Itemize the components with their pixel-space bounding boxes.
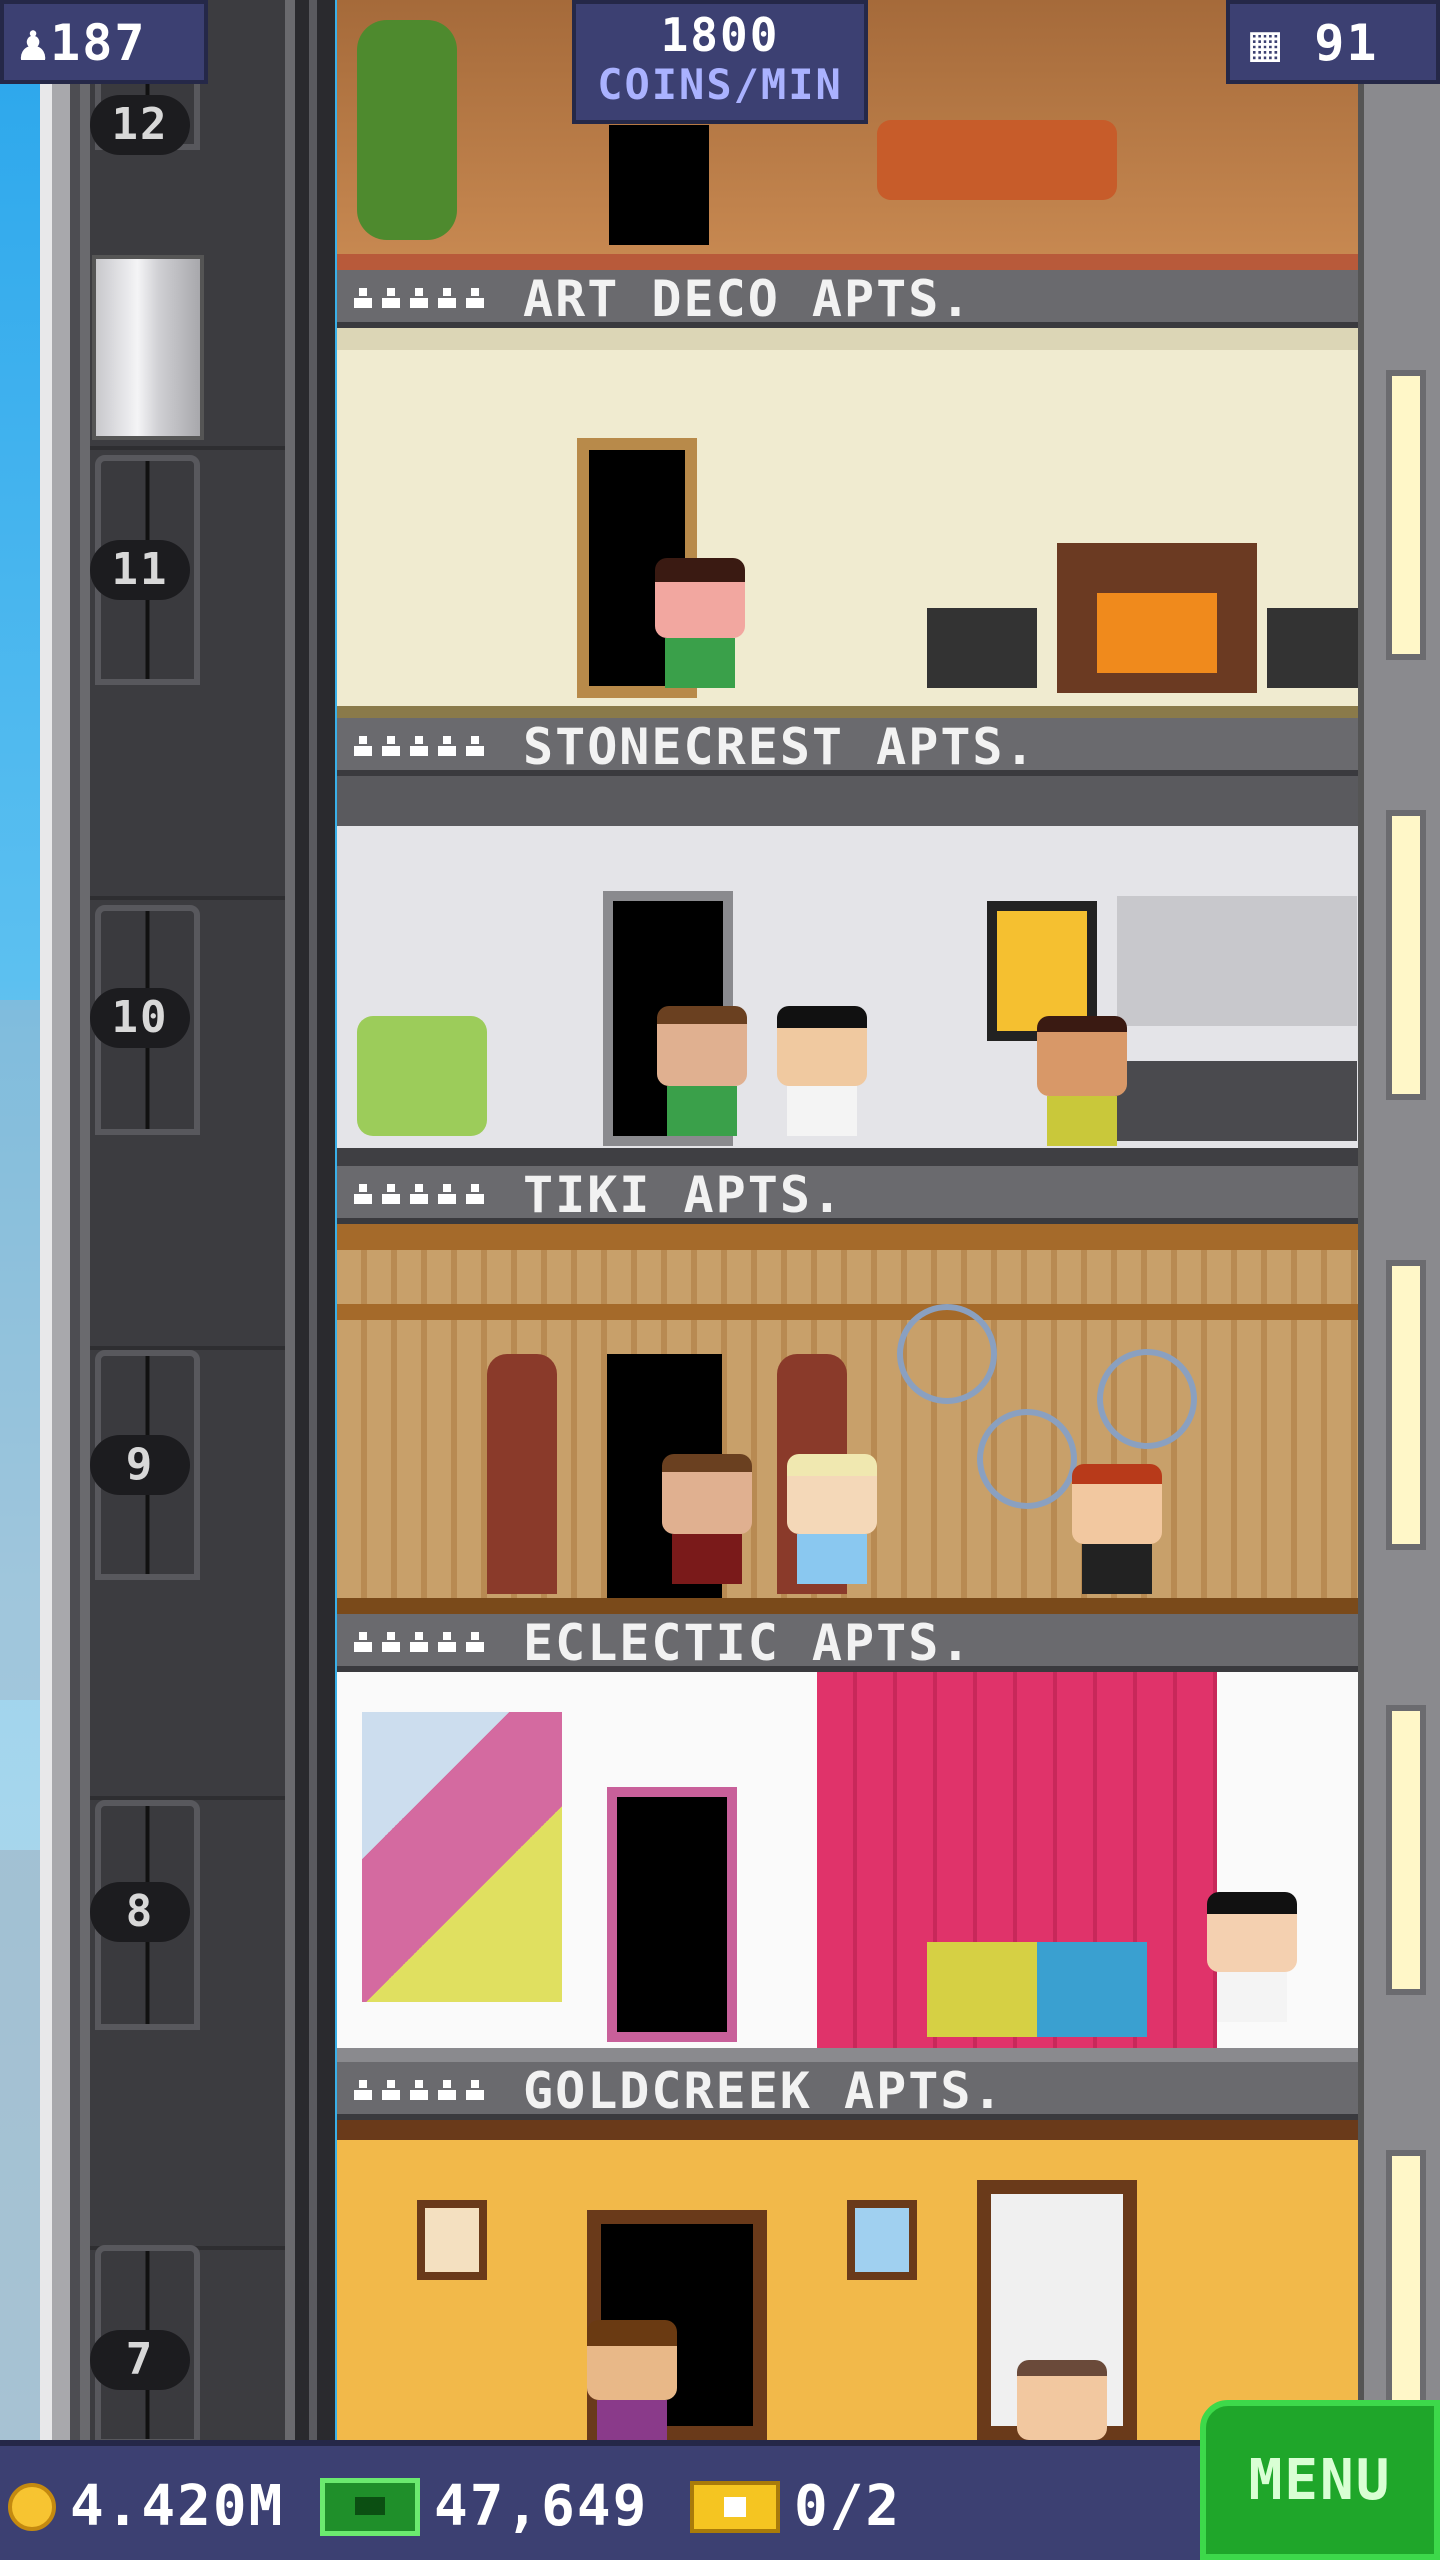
resident[interactable] bbox=[657, 1006, 747, 1136]
resident[interactable] bbox=[777, 1006, 867, 1136]
cabinets bbox=[1117, 896, 1357, 1026]
art-deco-doorway bbox=[609, 125, 709, 245]
resident[interactable] bbox=[587, 2320, 677, 2440]
population-icon: ♟ bbox=[18, 14, 51, 72]
resident[interactable] bbox=[1207, 1892, 1297, 2022]
tower-side-wall bbox=[1358, 0, 1440, 2440]
floor-number: 11 bbox=[90, 540, 190, 600]
occupancy-pips bbox=[353, 2080, 485, 2102]
wall-art bbox=[362, 1712, 562, 2002]
resident[interactable] bbox=[1037, 1016, 1127, 1146]
floor-number: 10 bbox=[90, 988, 190, 1048]
floor-number: 9 bbox=[90, 1435, 190, 1495]
armchair bbox=[357, 1016, 487, 1136]
tower-bux-balance[interactable]: 47,649 bbox=[320, 2474, 648, 2539]
occupancy-pips bbox=[353, 1184, 485, 1206]
tower-bux-icon bbox=[320, 2477, 420, 2536]
resident[interactable] bbox=[662, 1454, 752, 1584]
floor-name: ART DECO APTS. bbox=[523, 270, 973, 328]
resident[interactable] bbox=[1072, 1464, 1162, 1594]
floor-name: STONECREST APTS. bbox=[523, 718, 1037, 776]
coins-per-minute-label: COINS/MIN bbox=[597, 60, 843, 109]
floor-7-room[interactable] bbox=[337, 2120, 1358, 2440]
coins-balance[interactable]: 4.420M bbox=[8, 2474, 284, 2539]
floor-name: GOLDCREEK APTS. bbox=[523, 2062, 1005, 2120]
fireplace bbox=[1057, 543, 1257, 693]
floor-number: 8 bbox=[90, 1882, 190, 1942]
coins-value: 4.420M bbox=[70, 2474, 285, 2539]
occupancy-pips bbox=[353, 1632, 485, 1654]
coin-icon bbox=[8, 2482, 56, 2531]
kitchen-counter bbox=[1097, 1061, 1357, 1141]
bird-cage bbox=[977, 1409, 1077, 1509]
ticket-icon bbox=[690, 2480, 780, 2533]
floor-number: 12 bbox=[90, 95, 190, 155]
floors-icon: ▦ bbox=[1250, 14, 1283, 72]
floor-12-sign: ART DECO APTS. bbox=[337, 270, 1358, 328]
floor-8-sign: GOLDCREEK APTS. bbox=[337, 2062, 1358, 2120]
sofa bbox=[877, 120, 1117, 200]
room-interior bbox=[337, 1224, 1358, 1614]
floor-stonecrest-room[interactable] bbox=[337, 328, 1358, 718]
plant bbox=[357, 20, 457, 240]
floor-name: ECLECTIC APTS. bbox=[523, 1614, 973, 1672]
tower-bux-value: 47,649 bbox=[434, 2474, 649, 2539]
elevator-car[interactable] bbox=[92, 255, 204, 440]
bird-cage bbox=[1097, 1349, 1197, 1449]
tickets-value: 0/2 bbox=[794, 2474, 902, 2539]
room-interior bbox=[337, 328, 1358, 718]
coins-per-minute-display: 1800 COINS/MIN bbox=[572, 0, 868, 124]
floor-name: TIKI APTS. bbox=[523, 1166, 845, 1224]
tiki-statue bbox=[487, 1354, 557, 1594]
bird-cage bbox=[897, 1304, 997, 1404]
floor-counter[interactable]: ▦ 91 bbox=[1226, 0, 1440, 84]
population-counter[interactable]: ♟187 bbox=[0, 0, 208, 84]
floor-eclectic-room[interactable] bbox=[337, 1224, 1358, 1614]
floor-11-sign: STONECREST APTS. bbox=[337, 718, 1358, 776]
floor-10-sign: TIKI APTS. bbox=[337, 1166, 1358, 1224]
menu-button[interactable]: MENU bbox=[1200, 2400, 1440, 2560]
resident[interactable] bbox=[787, 1454, 877, 1584]
room-doorway bbox=[607, 1787, 737, 2042]
floor-goldcreek-room[interactable] bbox=[337, 1672, 1358, 2062]
room-interior bbox=[337, 1672, 1358, 2062]
room-interior bbox=[337, 776, 1358, 1166]
shaft-left-rail bbox=[40, 0, 80, 2440]
resident[interactable] bbox=[1017, 2360, 1107, 2440]
picture-frame bbox=[417, 2200, 487, 2280]
floor-number: 7 bbox=[90, 2330, 190, 2390]
occupancy-pips bbox=[353, 288, 485, 310]
picture-frame bbox=[847, 2200, 917, 2280]
sofa bbox=[927, 1942, 1147, 2037]
room-interior bbox=[337, 2120, 1358, 2440]
shaft-right-rail bbox=[295, 0, 335, 2440]
occupancy-pips bbox=[353, 736, 485, 758]
floor-tiki-room[interactable] bbox=[337, 776, 1358, 1166]
floor-9-sign: ECLECTIC APTS. bbox=[337, 1614, 1358, 1672]
speaker bbox=[1267, 608, 1358, 688]
resident[interactable] bbox=[655, 558, 745, 688]
coins-per-minute-value: 1800 bbox=[660, 8, 780, 62]
speaker bbox=[927, 608, 1037, 688]
tickets-balance[interactable]: 0/2 bbox=[690, 2474, 901, 2539]
